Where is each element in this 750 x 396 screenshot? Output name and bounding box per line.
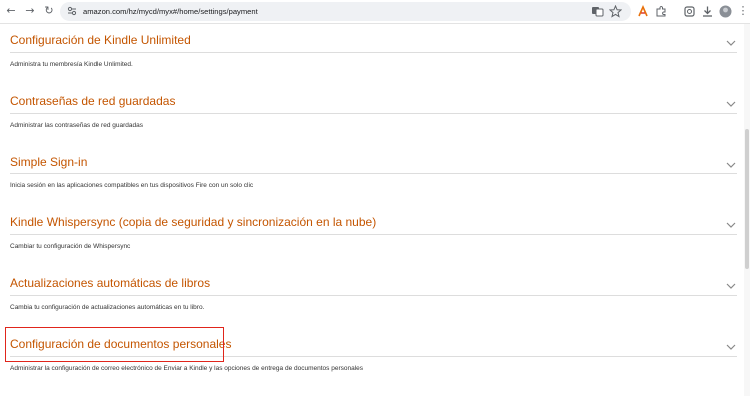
scrollbar-thumb[interactable]	[745, 129, 749, 269]
section-description: Inicia sesión en las aplicaciones compat…	[10, 182, 254, 189]
sync-icon[interactable]	[683, 5, 696, 18]
chevron-down-icon[interactable]	[725, 282, 737, 290]
section-divider	[10, 234, 737, 235]
section-divider	[10, 295, 737, 296]
page-scrollbar[interactable]	[744, 24, 750, 396]
profile-avatar-icon[interactable]	[719, 5, 732, 18]
address-bar[interactable]: amazon.com/hz/mycd/myx#/home/settings/pa…	[60, 2, 631, 21]
browser-toolbar: ← → ↻ amazon.com/hz/mycd/myx#/home/setti…	[0, 0, 750, 24]
chevron-down-icon[interactable]	[725, 39, 737, 47]
section-title[interactable]: Contraseñas de red guardadas	[10, 94, 175, 108]
site-settings-icon[interactable]	[67, 6, 77, 16]
more-options-icon[interactable]: ⋮	[737, 3, 749, 19]
section-title[interactable]: Actualizaciones automáticas de libros	[10, 276, 210, 290]
section-title[interactable]: Simple Sign-in	[10, 155, 87, 169]
back-icon[interactable]: ←	[3, 3, 19, 19]
download-icon[interactable]	[701, 5, 714, 18]
chevron-down-icon[interactable]	[725, 343, 737, 351]
chevron-down-icon[interactable]	[725, 161, 737, 169]
section-description: Administrar las contraseñas de red guard…	[10, 122, 143, 129]
chevron-down-icon[interactable]	[725, 221, 737, 229]
section-divider	[10, 173, 737, 174]
url-text[interactable]: amazon.com/hz/mycd/myx#/home/settings/pa…	[83, 2, 258, 21]
section-divider	[10, 113, 737, 114]
puzzle-extensions-icon[interactable]	[655, 5, 668, 18]
section-description: Cambiar tu configuración de Whispersync	[10, 243, 131, 250]
section-divider	[10, 52, 737, 53]
chevron-down-icon[interactable]	[725, 100, 737, 108]
reload-icon[interactable]: ↻	[41, 3, 57, 19]
section-title[interactable]: Kindle Whispersync (copia de seguridad y…	[10, 215, 376, 229]
section-description: Cambia tu configuración de actualizacion…	[10, 304, 205, 311]
translate-icon[interactable]	[591, 5, 604, 18]
bookmark-star-icon[interactable]	[609, 5, 622, 18]
section-description: Administra tu membresía Kindle Unlimited…	[10, 61, 133, 68]
highlight-box	[5, 327, 224, 362]
section-description: Administrar la configuración de correo e…	[10, 365, 364, 372]
extension-color-icon[interactable]	[637, 5, 650, 18]
forward-icon[interactable]: →	[22, 3, 38, 19]
section-title[interactable]: Configuración de Kindle Unlimited	[10, 33, 191, 47]
